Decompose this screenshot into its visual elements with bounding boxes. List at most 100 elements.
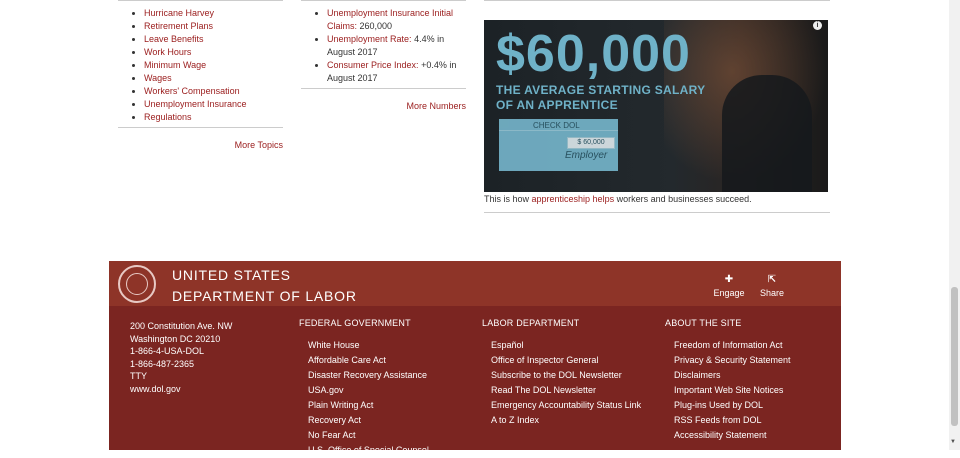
caption-text: workers and businesses succeed. [614,194,752,204]
topic-item[interactable]: Workers' Compensation [144,85,283,98]
website-link[interactable]: www.dol.gov [130,383,232,396]
banner-caption: This is how apprenticeship helps workers… [484,194,830,204]
phone-number[interactable]: 1-866-4-USA-DOL [130,345,232,358]
footer-link[interactable]: Office of Inspector General [491,353,641,368]
share-label: Share [759,288,785,298]
address-line: 200 Constitution Ave. NW [130,321,233,331]
topic-item[interactable]: Unemployment Insurance [144,98,283,111]
number-item: Unemployment Insurance Initial Claims: 2… [327,7,466,33]
topic-item[interactable]: Retirement Plans [144,20,283,33]
caption-text: This is how [484,194,532,204]
divider [484,0,830,1]
column-heading: ABOUT THE SITE [665,318,742,328]
footer-link[interactable]: Disaster Recovery Assistance [308,368,429,383]
number-item: Unemployment Rate: 4.4% in August 2017 [327,33,466,59]
numbers-list: Unemployment Insurance Initial Claims: 2… [301,7,466,85]
check-divider [499,130,618,131]
agency-name[interactable]: UNITED STATES DEPARTMENT OF LABOR [172,265,357,307]
footer-link[interactable]: Plain Writing Act [308,398,429,413]
check-graphic: CHECK DOL $ 60,000 Employer [499,119,618,171]
promo-section: $60,000 THE AVERAGE STARTING SALARY OF A… [484,0,830,213]
footer-link[interactable]: Español [491,338,641,353]
footer-link-list: Español Office of Inspector General Subs… [482,338,641,428]
footer-link[interactable]: No Fear Act [308,428,429,443]
divider [484,212,830,213]
check-title: CHECK DOL [533,121,580,130]
footer-link[interactable]: RSS Feeds from DOL [674,413,791,428]
tty-link[interactable]: TTY [130,370,232,383]
topic-link[interactable]: Wages [144,73,172,83]
phone-number[interactable]: 1-866-487-2365 [130,358,232,371]
topic-link[interactable]: Hurricane Harvey [144,8,214,18]
footer-link[interactable]: Recovery Act [308,413,429,428]
footer-link[interactable]: Important Web Site Notices [674,383,791,398]
scroll-down-arrow-icon[interactable]: ▼ [950,439,956,445]
info-icon[interactable]: i [813,21,822,30]
topic-item[interactable]: Hurricane Harvey [144,7,283,20]
site-footer: UNITED STATES DEPARTMENT OF LABOR ✚ Enga… [109,261,841,455]
topic-link[interactable]: Leave Benefits [144,34,204,44]
topic-item[interactable]: Leave Benefits [144,33,283,46]
check-signature: Employer [565,150,608,161]
footer-link[interactable]: Emergency Accountability Status Link [491,398,641,413]
topic-item[interactable]: Regulations [144,111,283,124]
footer-address: 200 Constitution Ave. NW Washington DC 2… [130,320,232,395]
topic-link[interactable]: Regulations [144,112,192,122]
footer-link-list: Freedom of Information Act Privacy & Sec… [665,338,791,443]
divider [118,127,283,128]
footer-link[interactable]: Subscribe to the DOL Newsletter [491,368,641,383]
more-numbers-link[interactable]: More Numbers [301,101,466,111]
engage-button[interactable]: ✚ Engage [709,274,749,298]
topic-link[interactable]: Retirement Plans [144,21,213,31]
footer-header: UNITED STATES DEPARTMENT OF LABOR ✚ Enga… [109,261,841,306]
number-link[interactable]: Unemployment Rate: [327,34,412,44]
dol-seal-icon[interactable] [118,265,156,303]
topic-link[interactable]: Work Hours [144,47,191,57]
footer-link[interactable]: White House [308,338,429,353]
footer-link[interactable]: U.S. Office of Special Counsel [308,443,429,458]
apprenticeship-banner[interactable]: $60,000 THE AVERAGE STARTING SALARY OF A… [484,20,828,192]
footer-link[interactable]: Plug-ins Used by DOL [674,398,791,413]
number-value: 260,000 [359,21,393,31]
footer-link[interactable]: USA.gov [308,383,429,398]
banner-subtitle-line: THE AVERAGE STARTING SALARY [496,83,706,97]
footer-link[interactable]: Privacy & Security Statement [674,353,791,368]
topics-list: Hurricane Harvey Retirement Plans Leave … [118,7,283,124]
footer-link-list: White House Affordable Care Act Disaster… [299,338,429,458]
share-icon: ⇱ [767,274,777,285]
share-button[interactable]: ⇱ Share [752,274,792,298]
topic-item[interactable]: Wages [144,72,283,85]
banner-amount: $60,000 [496,25,691,83]
topic-item[interactable]: Work Hours [144,46,283,59]
engage-label: Engage [713,288,745,298]
topic-item[interactable]: Minimum Wage [144,59,283,72]
footer-link[interactable]: Affordable Care Act [308,353,429,368]
scrollbar-thumb[interactable] [951,287,958,426]
column-heading: FEDERAL GOVERNMENT [299,318,411,328]
page-scrollbar[interactable]: ▼ [949,0,960,450]
agency-name-line: DEPARTMENT OF LABOR [172,288,357,304]
divider [301,88,466,89]
number-link[interactable]: Consumer Price Index: [327,60,419,70]
about-site-column: ABOUT THE SITE Freedom of Information Ac… [665,318,791,443]
topics-section: Hurricane Harvey Retirement Plans Leave … [118,0,283,150]
footer-link[interactable]: Read The DOL Newsletter [491,383,641,398]
banner-person-silhouette [722,75,812,192]
topic-link[interactable]: Workers' Compensation [144,86,240,96]
labor-department-column: LABOR DEPARTMENT Español Office of Inspe… [482,318,641,428]
more-topics-link[interactable]: More Topics [118,140,283,150]
check-amount: $ 60,000 [567,137,615,149]
address-line: Washington DC 20210 [130,333,221,344]
footer-link[interactable]: Accessibility Statement [674,428,791,443]
apprenticeship-link[interactable]: apprenticeship helps [532,194,615,204]
banner-subtitle-line: OF AN APPRENTICE [496,98,618,112]
topic-link[interactable]: Unemployment Insurance [144,99,247,109]
footer-link[interactable]: A to Z Index [491,413,641,428]
agency-name-line: UNITED STATES [172,267,291,283]
footer-link[interactable]: Disclaimers [674,368,791,383]
footer-link[interactable]: Freedom of Information Act [674,338,791,353]
federal-government-column: FEDERAL GOVERNMENT White House Affordabl… [299,318,429,458]
banner-subtitle: THE AVERAGE STARTING SALARY OF AN APPREN… [496,83,705,113]
plus-icon: ✚ [724,274,734,285]
topic-link[interactable]: Minimum Wage [144,60,206,70]
